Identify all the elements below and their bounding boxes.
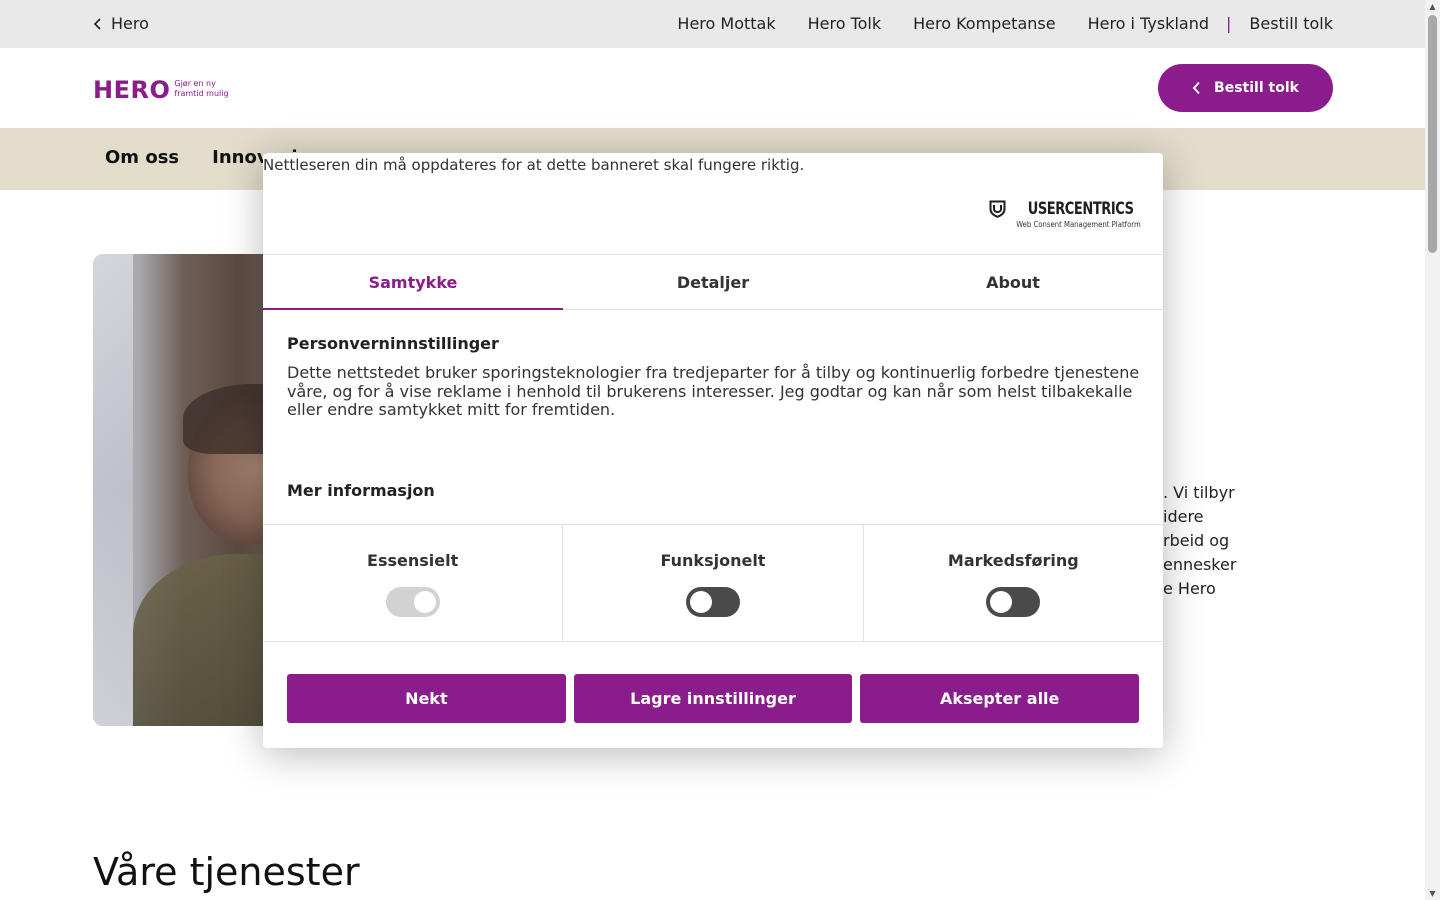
logo-tagline: Gjør en ny framtid mulig: [174, 79, 228, 99]
back-link[interactable]: Hero: [93, 14, 149, 33]
category-marketing: Markedsføring: [862, 525, 1163, 641]
link-hero-kompetanse[interactable]: Hero Kompetanse: [913, 14, 1055, 33]
usercentrics-logo: USERCENTRICS Web Consent Management Plat…: [989, 199, 1141, 229]
hero-logo[interactable]: HERO Gjør en ny framtid mulig: [93, 76, 229, 104]
utility-links: Hero Mottak Hero Tolk Hero Kompetanse He…: [677, 14, 1333, 33]
consent-tabs: Samtykke Detaljer About: [263, 254, 1163, 310]
functional-toggle[interactable]: [685, 587, 740, 617]
hero-image-window-stripe: [93, 254, 133, 726]
logo-word: HERO: [93, 76, 171, 104]
hero-text-line: . Vi tilbyr: [1163, 483, 1235, 502]
essential-toggle: [385, 587, 440, 617]
scrollbar-thumb[interactable]: [1428, 15, 1437, 253]
back-link-label: Hero: [111, 14, 149, 33]
page-scrollbar[interactable]: ▲ ▼: [1425, 0, 1440, 900]
hero-text-line: e Hero: [1163, 579, 1216, 598]
shield-icon: [989, 200, 1006, 218]
browser-update-notice: Nettleseren din må oppdateres for at det…: [263, 156, 805, 174]
consent-title: Personverninnstillinger: [287, 334, 499, 353]
order-interpreter-button[interactable]: Bestill tolk: [1158, 64, 1333, 112]
hero-text-line: idere: [1163, 507, 1204, 526]
category-essential: Essensielt: [263, 525, 562, 641]
toggle-knob: [990, 591, 1013, 613]
logo-tagline-line-2: framtid mulig: [174, 89, 229, 98]
scroll-up-icon[interactable]: ▲: [1428, 2, 1437, 11]
chevron-left-icon: [93, 17, 101, 30]
save-settings-button[interactable]: Lagre innstillinger: [573, 674, 853, 723]
category-label: Funksjonelt: [660, 551, 766, 570]
tab-about[interactable]: About: [863, 255, 1163, 309]
usercentrics-subtitle: Web Consent Management Platform: [1016, 220, 1141, 229]
tab-samtykke[interactable]: Samtykke: [263, 255, 563, 310]
accept-all-button[interactable]: Aksepter alle: [860, 674, 1140, 723]
nav-item-om-oss[interactable]: Om oss: [105, 147, 179, 168]
logo-tagline-line-1: Gjør en ny: [174, 79, 216, 88]
link-separator: |: [1225, 14, 1232, 33]
toggle-knob: [413, 591, 436, 613]
link-hero-tolk[interactable]: Hero Tolk: [808, 14, 882, 33]
more-info-link[interactable]: Mer informasjon: [287, 481, 435, 500]
hero-text-line: rbeid og: [1163, 531, 1230, 550]
link-bestill-tolk[interactable]: Bestill tolk: [1249, 14, 1333, 33]
scroll-down-icon[interactable]: ▼: [1428, 889, 1437, 898]
section-title: Våre tjenester: [93, 850, 360, 894]
site-header: HERO Gjør en ny framtid mulig Bestill to…: [0, 48, 1425, 128]
marketing-toggle[interactable]: [986, 587, 1041, 617]
category-label: Essensielt: [367, 551, 459, 570]
hero-text-line: ennesker: [1163, 555, 1237, 574]
utility-bar: Hero Hero Mottak Hero Tolk Hero Kompetan…: [0, 0, 1425, 48]
toggle-knob: [689, 591, 712, 613]
category-functional: Funksjonelt: [562, 525, 862, 641]
category-label: Markedsføring: [947, 551, 1079, 570]
usercentrics-wordmark: USERCENTRICS: [1028, 199, 1134, 219]
consent-actions: Nekt Lagre innstillinger Aksepter alle: [287, 674, 1140, 723]
chevron-left-icon: [1192, 81, 1200, 95]
hero-intro-text: . Vi tilbyr idere rbeid og ennesker e He…: [1163, 481, 1253, 601]
order-interpreter-label: Bestill tolk: [1214, 80, 1299, 96]
deny-button[interactable]: Nekt: [287, 674, 566, 723]
tab-detaljer[interactable]: Detaljer: [563, 255, 863, 309]
cookie-consent-dialog: Nettleseren din må oppdateres for at det…: [263, 153, 1163, 748]
consent-categories: Essensielt Funksjonelt Markedsføring: [263, 524, 1163, 642]
consent-description: Dette nettstedet bruker sporingsteknolog…: [287, 363, 1140, 420]
link-hero-mottak[interactable]: Hero Mottak: [677, 14, 775, 33]
link-hero-tyskland[interactable]: Hero i Tyskland: [1088, 14, 1209, 33]
